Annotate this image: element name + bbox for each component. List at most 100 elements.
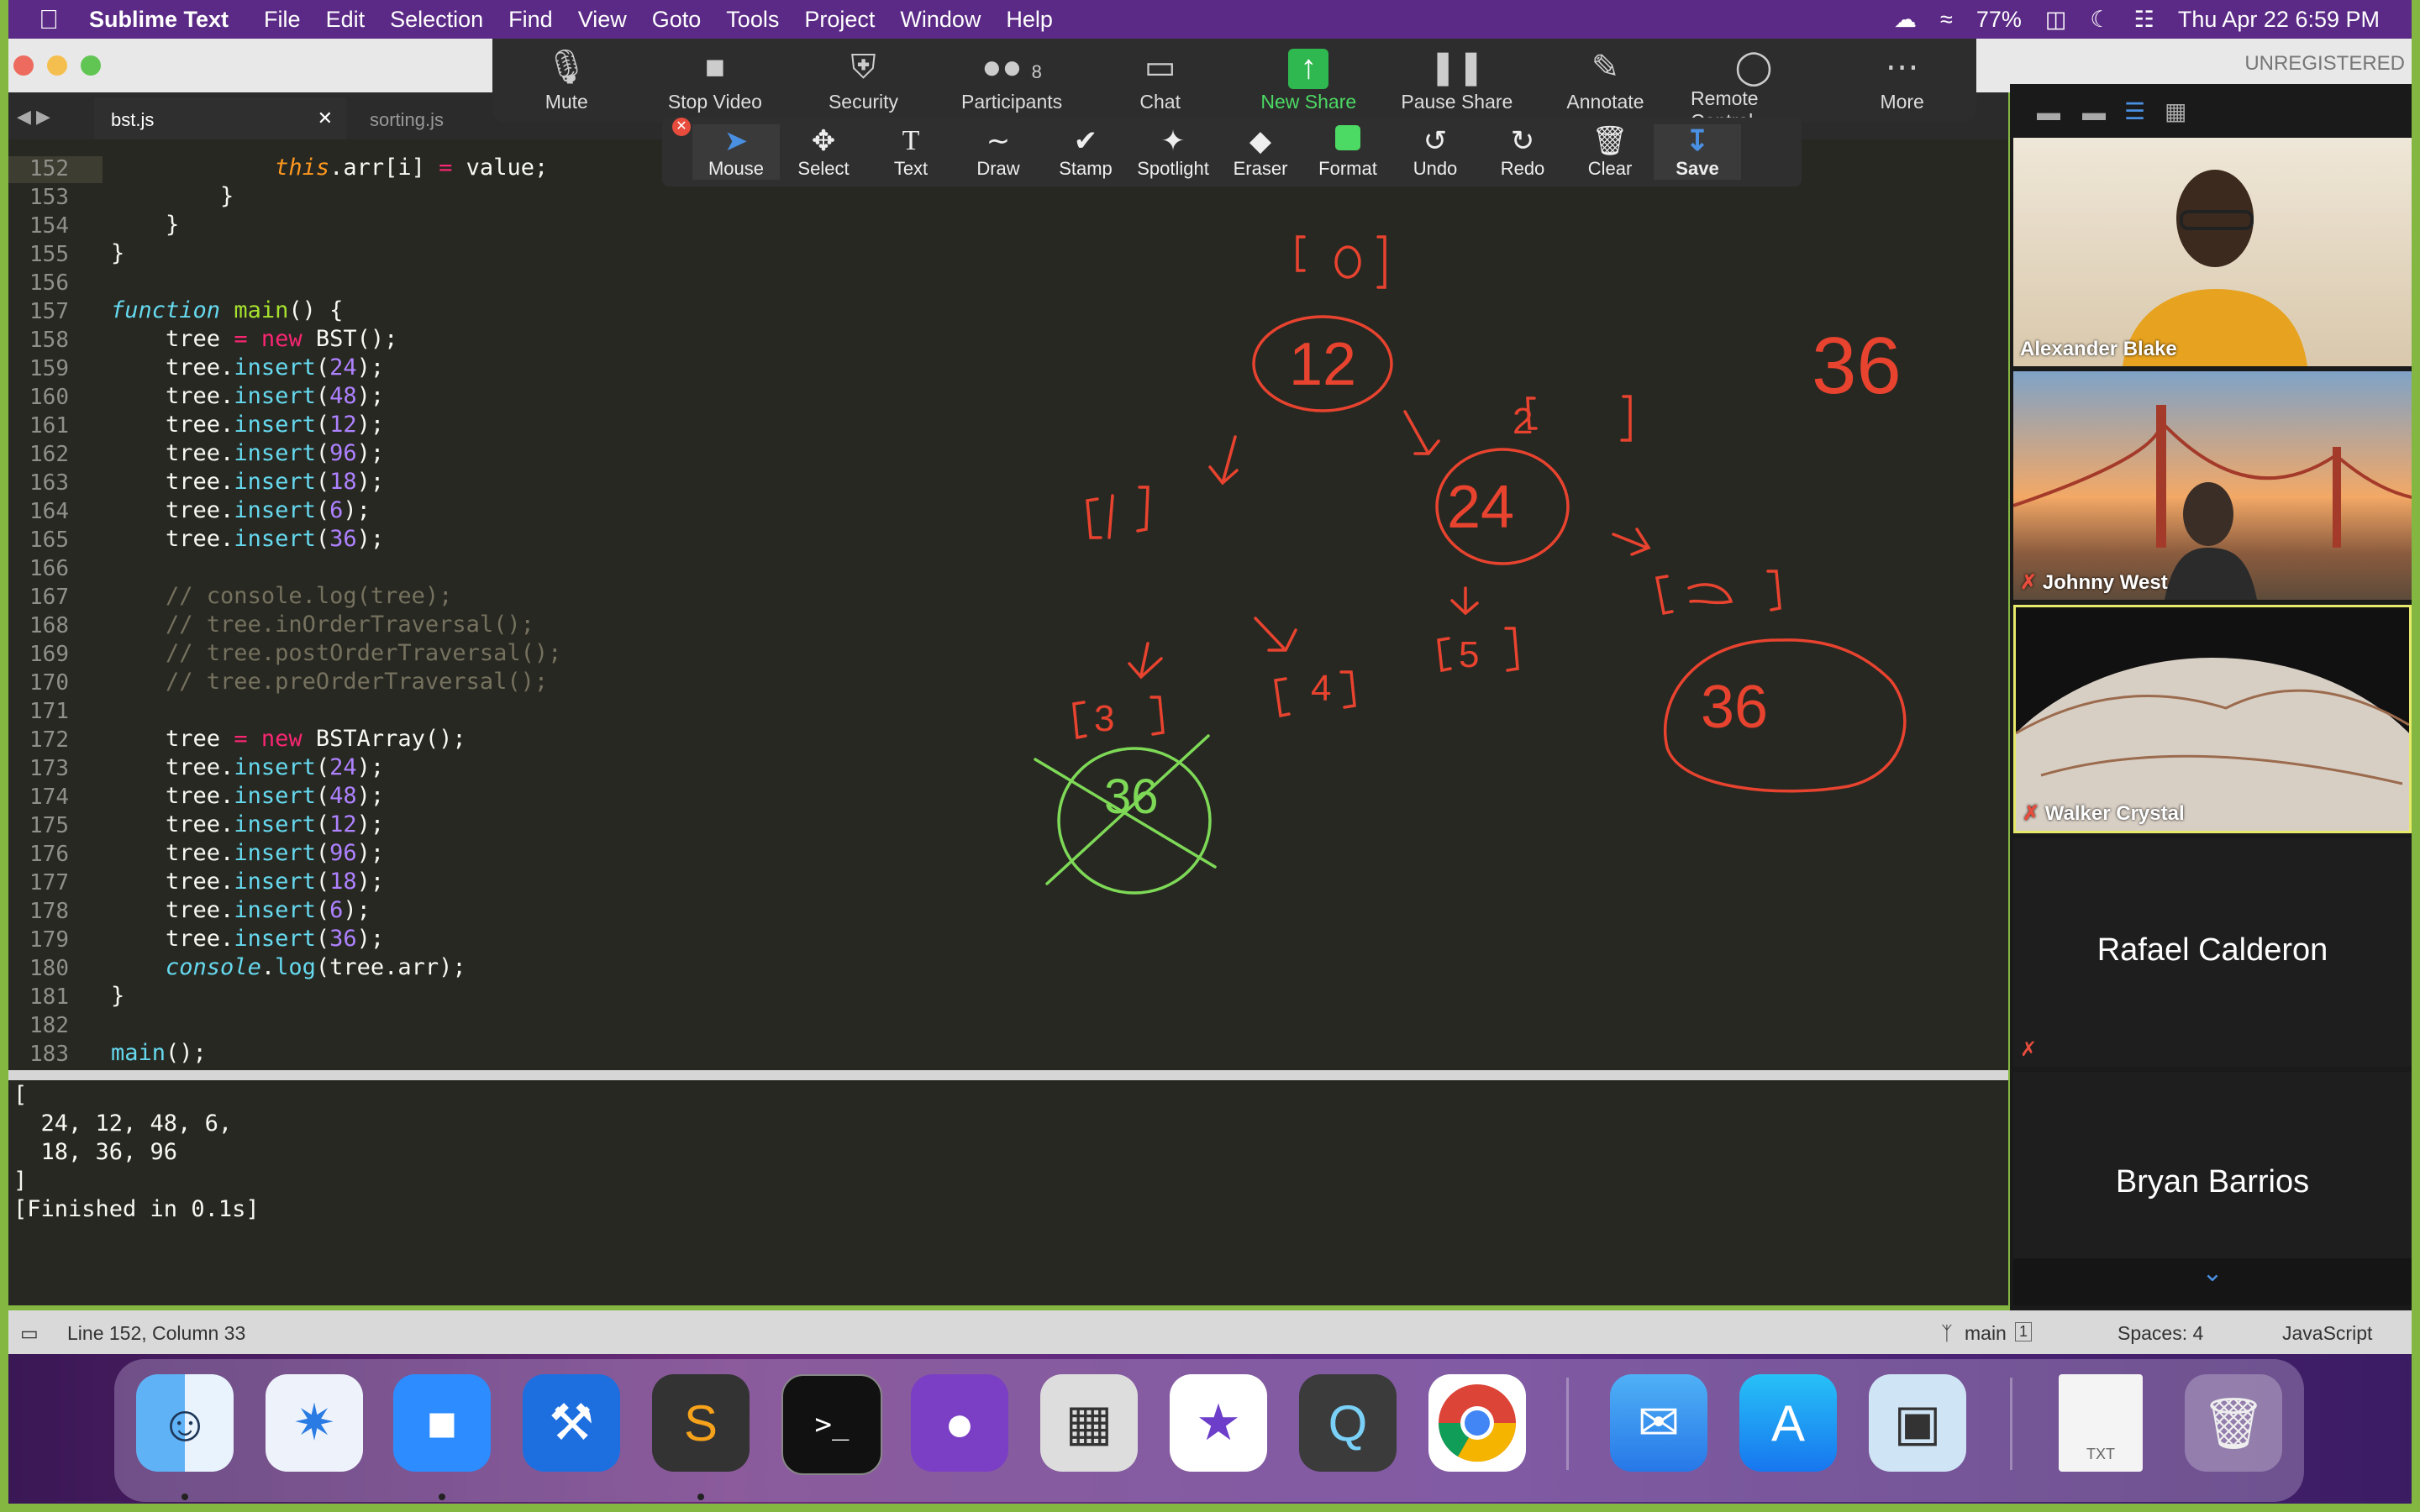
zoom-label: More (1880, 91, 1924, 113)
annotate-toolbar: ✕ ➤ Mouse ✥ Select T Text ∼ Draw ✔ Stamp ✦ Spo… (662, 118, 1802, 186)
shield-icon: ⛨ (850, 49, 876, 86)
share-arrow-icon: ↑ (1288, 49, 1329, 89)
imovie-icon[interactable]: ★ (1170, 1374, 1267, 1472)
annotate-stamp-button[interactable]: ✔ Stamp (1042, 124, 1129, 180)
annotate-label: Redo (1500, 158, 1545, 179)
gallery-header: ▬ ▬ ☰ ▦ (2013, 87, 2412, 138)
syntax-mode[interactable]: JavaScript (2282, 1322, 2372, 1345)
zoom-pause-share-button[interactable]: ❚❚ Pause Share (1394, 39, 1520, 123)
git-branch[interactable]: main (1965, 1322, 2007, 1345)
annotation-5: 5 (1459, 634, 1479, 675)
trash-icon: 🗑 (1591, 125, 1628, 157)
quicktime-icon[interactable]: Q (1299, 1374, 1397, 1472)
github-desktop-icon[interactable]: ● (911, 1374, 1008, 1472)
panel-divider[interactable] (8, 1070, 2008, 1080)
annotate-format-button[interactable]: Format (1304, 124, 1392, 180)
microphone-icon: 🎙 (544, 49, 588, 86)
running-indicator (439, 1494, 445, 1500)
annotate-label: Format (1318, 158, 1377, 179)
zoom-label: Mute (544, 91, 588, 113)
video-tile-rafael[interactable]: Rafael Calderon ✗ (2013, 838, 2412, 1067)
terminal-icon[interactable]: >_ (781, 1374, 882, 1475)
zoom-annotate-button[interactable]: ✎ Annotate (1542, 39, 1668, 123)
finder-icon[interactable]: ☺ (136, 1374, 234, 1472)
annotate-draw-button[interactable]: ∼ Draw (955, 124, 1042, 180)
zoom-label: Pause Share (1401, 91, 1513, 113)
trash-icon[interactable]: 🗑 (2185, 1374, 2282, 1472)
calculator-icon[interactable]: ▦ (1040, 1374, 1138, 1472)
annotate-spotlight-button[interactable]: ✦ Spotlight (1129, 124, 1217, 180)
zoom-mute-button[interactable]: 🎙 Mute (503, 39, 629, 123)
annotate-mouse-button[interactable]: ➤ Mouse (692, 124, 780, 180)
output-line: 24, 12, 48, 6, (13, 1110, 233, 1137)
zoom-participants-button[interactable]: ●● 8 Participants (949, 39, 1075, 123)
zoom-new-share-button[interactable]: ↑ New Share (1245, 39, 1371, 123)
gallery-scroll-down-icon[interactable]: ⌄ (2013, 1258, 2412, 1305)
close-annotate-icon[interactable]: ✕ (672, 118, 691, 136)
safari-icon[interactable]: ✷ (266, 1374, 363, 1472)
participants-icon: ●● 8 (981, 49, 1042, 86)
zoom-label: New Share (1260, 91, 1357, 113)
annotate-select-button[interactable]: ✥ Select (780, 124, 867, 180)
chrome-logo (1438, 1384, 1517, 1462)
annotate-label: Text (893, 158, 929, 179)
txt-document-icon[interactable]: TXT (2059, 1374, 2143, 1472)
video-tile-walker[interactable]: ✗ Walker Crystal (2013, 605, 2412, 833)
speaker-view-icon[interactable]: ☰ (2124, 97, 2145, 125)
annotate-label: Select (797, 158, 850, 179)
annotate-label: Mouse (708, 158, 765, 179)
annotation-24: 24 (1447, 474, 1514, 541)
participant-name: ✗ Johnny West (2020, 570, 2168, 595)
participant-name-text: Johnny West (2042, 571, 2168, 594)
annotate-text-button[interactable]: T Text (867, 124, 955, 180)
video-tile-bryan[interactable]: Bryan Barrios (2013, 1072, 2412, 1258)
zoom-more-button[interactable]: ⋯ More (1839, 39, 1965, 123)
zoom-label: Security (828, 91, 899, 113)
zoom-stop-video-button[interactable]: ■ Stop Video (652, 39, 778, 123)
annotate-clear-button[interactable]: 🗑 Clear (1566, 124, 1654, 180)
annotate-redo-button[interactable]: ↻ Redo (1479, 124, 1566, 180)
zoom-icon[interactable]: ■ (393, 1374, 491, 1472)
zoom-label: Participants (960, 91, 1063, 113)
zoom-security-button[interactable]: ⛨ Security (800, 39, 926, 123)
preview-icon[interactable]: ▣ (1869, 1374, 1966, 1472)
restore-gallery-icon[interactable]: ▬ (2082, 99, 2106, 126)
mouse-icon: ◯ (1734, 49, 1773, 86)
video-tile-johnny[interactable]: ✗ Johnny West (2013, 371, 2412, 600)
app-store-icon[interactable]: A (1739, 1374, 1837, 1472)
bracket-shape (1296, 235, 1306, 272)
color-swatch-icon (1335, 124, 1360, 158)
zoom-toolbar-items: 🎙 Mute ■ Stop Video ⛨ Security ●● 8 Particip… (492, 39, 1976, 132)
indentation[interactable]: Spaces: 4 (2118, 1322, 2203, 1345)
zoom-label: Chat (1139, 91, 1181, 113)
annotate-save-button[interactable]: ↧ Save (1654, 124, 1741, 180)
cursor-position[interactable]: Line 152, Column 33 (67, 1322, 245, 1345)
xcode-icon[interactable]: ⚒ (523, 1374, 620, 1472)
annotate-label: Save (1676, 158, 1719, 179)
panel-toggle-icon[interactable]: ▭ (20, 1322, 39, 1345)
annotate-eraser-button[interactable]: ◆ Eraser (1217, 124, 1304, 180)
mail-icon[interactable]: ✉ (1610, 1374, 1707, 1472)
video-tile-alexander[interactable]: Alexander Blake (2013, 138, 2412, 366)
zoom-remote-control-button[interactable]: ◯Remote Control (1691, 39, 1817, 132)
undo-icon: ↺ (1423, 125, 1448, 157)
muted-mic-icon: ✗ (2020, 1038, 2038, 1061)
annotate-label: Undo (1413, 158, 1458, 179)
chrome-icon[interactable] (1428, 1374, 1526, 1472)
chat-icon: ▭ (1144, 49, 1176, 86)
text-t-icon: T (902, 125, 920, 156)
annotation-36-side: 36 (1812, 321, 1902, 411)
annotate-undo-button[interactable]: ↺ Undo (1392, 124, 1479, 180)
minimize-gallery-icon[interactable]: ▬ (2037, 99, 2060, 126)
output-line: 18, 36, 96 (13, 1139, 178, 1165)
dock-separator (2010, 1378, 2012, 1470)
participant-name: Rafael Calderon (2096, 932, 2328, 968)
moon-background-video (2016, 658, 2409, 831)
status-bar: ▭ Line 152, Column 33 ᛉ main 1 Spaces: 4… (8, 1310, 2412, 1354)
sublime-text-icon[interactable]: S (652, 1374, 750, 1472)
git-branch-icon: ᛉ (1941, 1322, 1953, 1344)
grid-view-icon[interactable]: ▦ (2165, 97, 2186, 125)
person-video (2123, 170, 2307, 366)
cursor-arrow-icon: ➤ (723, 125, 749, 157)
zoom-chat-button[interactable]: ▭ Chat (1097, 39, 1223, 123)
